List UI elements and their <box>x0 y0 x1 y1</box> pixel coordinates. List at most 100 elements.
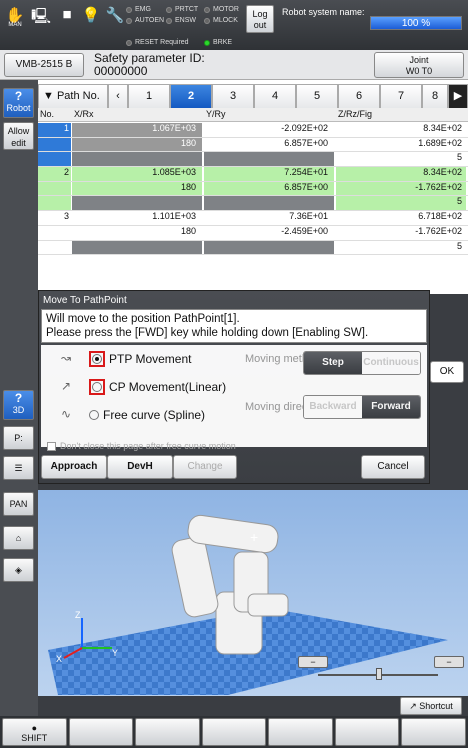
table-cell-z[interactable]: 1.689E+02 <box>336 138 466 152</box>
table-row[interactable]: 2 1.085E+03 7.254E+01 8.34E+02 <box>38 167 468 182</box>
table-cell-z[interactable]: 5 <box>336 152 466 166</box>
table-cell-y[interactable] <box>204 152 334 167</box>
table-cell-y[interactable]: 7.36E+01 <box>204 211 334 225</box>
table-row[interactable]: 180 6.857E+00 1.689E+02 <box>38 137 468 153</box>
table-cell-x[interactable] <box>72 196 202 211</box>
robot-model-button[interactable]: VMB-2515 B <box>4 53 84 77</box>
tab-next-icon[interactable]: ▶ <box>448 84 468 108</box>
option-spline[interactable]: ∿ Free curve (Spline) <box>61 407 205 423</box>
shift-key[interactable]: ● SHIFT <box>2 718 67 746</box>
ptp-radio[interactable] <box>92 354 102 364</box>
table-cell-no[interactable] <box>38 137 71 152</box>
table-cell-z[interactable]: 5 <box>336 196 466 211</box>
table-cell-no[interactable] <box>38 241 71 255</box>
cancel-button[interactable]: Cancel <box>361 455 425 479</box>
tab-2[interactable]: 2 <box>170 84 212 108</box>
table-cell-x[interactable]: 180 <box>72 181 202 196</box>
table-cell-z[interactable]: -1.762E+02 <box>336 226 466 240</box>
table-row[interactable]: 5 <box>38 240 468 256</box>
wrench-icon[interactable]: 🔧 <box>104 6 126 32</box>
table-row[interactable]: 3 1.101E+03 7.36E+01 6.718E+02 <box>38 211 468 226</box>
checkbox-box[interactable] <box>47 441 56 451</box>
table-cell-no[interactable] <box>38 181 71 196</box>
cube-icon[interactable]: ◈ <box>3 558 34 582</box>
shortcut-button[interactable]: ↗ Shortcut <box>400 697 462 715</box>
table-cell-y[interactable]: -2.459E+00 <box>204 226 334 240</box>
function-key-6[interactable] <box>401 718 467 746</box>
table-cell-no[interactable] <box>38 226 71 240</box>
tab-3[interactable]: 3 <box>212 84 254 108</box>
tab-7[interactable]: 7 <box>380 84 422 108</box>
backward-option[interactable]: Backward <box>304 396 362 418</box>
table-cell-x[interactable]: 180 <box>72 226 202 240</box>
zoom-slider-handle[interactable] <box>376 668 382 680</box>
3d-view-button[interactable]: ? 3D <box>3 390 34 420</box>
table-cell-no[interactable] <box>38 196 71 211</box>
table-cell-y[interactable]: 6.857E+00 <box>204 181 334 196</box>
function-key-4[interactable] <box>268 718 333 746</box>
table-cell-x[interactable]: 180 <box>72 137 202 152</box>
forward-option[interactable]: Forward <box>362 396 420 418</box>
table-cell-y[interactable] <box>204 240 334 255</box>
sliders-icon[interactable]: ☰ <box>3 456 34 480</box>
tab-6[interactable]: 6 <box>338 84 380 108</box>
function-key-5[interactable] <box>334 718 400 746</box>
table-row[interactable]: 5 <box>38 196 468 212</box>
joint-button[interactable]: Joint W0 T0 <box>374 52 464 78</box>
table-cell-x[interactable]: 1.067E+03 <box>72 123 202 137</box>
tab-1[interactable]: 1 <box>128 84 170 108</box>
function-key-2[interactable] <box>135 718 200 746</box>
dont-close-checkbox[interactable]: Don't close this page after free curve m… <box>47 441 236 451</box>
table-cell-z[interactable]: -1.762E+02 <box>336 181 466 196</box>
table-cell-y[interactable]: -2.092E+02 <box>204 123 334 137</box>
table-row[interactable]: 180 -2.459E+00 -1.762E+02 <box>38 226 468 241</box>
table-cell-x[interactable]: 1.101E+03 <box>72 211 202 225</box>
devh-button[interactable]: DevH <box>107 455 173 479</box>
zoom-in-button[interactable]: − <box>434 656 464 668</box>
stop-icon[interactable]: ■ <box>56 6 78 32</box>
ok-button[interactable]: OK <box>430 361 464 383</box>
tab-4[interactable]: 4 <box>254 84 296 108</box>
table-cell-x[interactable]: 1.085E+03 <box>72 167 202 181</box>
table-cell-z[interactable]: 5 <box>336 241 466 255</box>
zoom-out-button[interactable]: − <box>298 656 328 668</box>
option-cp[interactable]: ↗ CP Movement(Linear) <box>61 379 226 395</box>
point-tool-icon[interactable]: P: <box>3 426 34 450</box>
moving-method-toggle[interactable]: Step Continuous <box>303 351 421 375</box>
pendant-icon[interactable]: 🖳 <box>30 6 52 32</box>
table-cell-no[interactable] <box>38 152 71 167</box>
table-cell-x[interactable] <box>72 240 202 255</box>
tab-prev-icon[interactable]: ‹ <box>108 84 128 108</box>
approach-button[interactable]: Approach <box>41 455 107 479</box>
pan-button[interactable]: PAN <box>3 492 34 516</box>
hand-mode-icon[interactable]: ✋ MAN <box>4 6 26 32</box>
tab-8[interactable]: 8 <box>422 84 448 108</box>
step-option[interactable]: Step <box>304 352 362 374</box>
option-ptp[interactable]: ↝ PTP Movement <box>61 351 191 367</box>
path-no-dropdown[interactable]: ▼ Path No. <box>38 84 108 108</box>
tab-5[interactable]: 5 <box>296 84 338 108</box>
speed-bar[interactable]: 100 % <box>370 16 462 30</box>
logout-button[interactable]: Log out <box>246 5 274 33</box>
continuous-option[interactable]: Continuous <box>362 352 420 374</box>
home-icon[interactable]: ⌂ <box>3 526 34 550</box>
table-cell-no[interactable]: 1 <box>38 123 71 137</box>
table-row[interactable]: 180 6.857E+00 -1.762E+02 <box>38 181 468 197</box>
function-key-1[interactable] <box>68 718 134 746</box>
3d-viewport[interactable]: + Z Y X − − <box>38 490 468 696</box>
table-cell-y[interactable]: 6.857E+00 <box>204 138 334 152</box>
table-cell-x[interactable] <box>72 152 202 167</box>
table-row[interactable]: 1 1.067E+03 -2.092E+02 8.34E+02 <box>38 123 468 138</box>
table-cell-z[interactable]: 6.718E+02 <box>336 211 466 225</box>
allow-edit-button[interactable]: Allow edit <box>3 122 34 150</box>
table-cell-y[interactable] <box>204 196 334 211</box>
change-button[interactable]: Change <box>173 455 237 479</box>
table-cell-no[interactable]: 2 <box>38 167 71 181</box>
spline-radio[interactable] <box>89 410 99 420</box>
lightbulb-icon[interactable]: 💡 <box>80 6 102 32</box>
table-cell-no[interactable]: 3 <box>38 211 71 225</box>
function-key-3[interactable] <box>201 718 267 746</box>
table-cell-y[interactable]: 7.254E+01 <box>204 167 334 181</box>
table-cell-z[interactable]: 8.34E+02 <box>336 123 466 137</box>
table-cell-z[interactable]: 8.34E+02 <box>336 167 466 181</box>
